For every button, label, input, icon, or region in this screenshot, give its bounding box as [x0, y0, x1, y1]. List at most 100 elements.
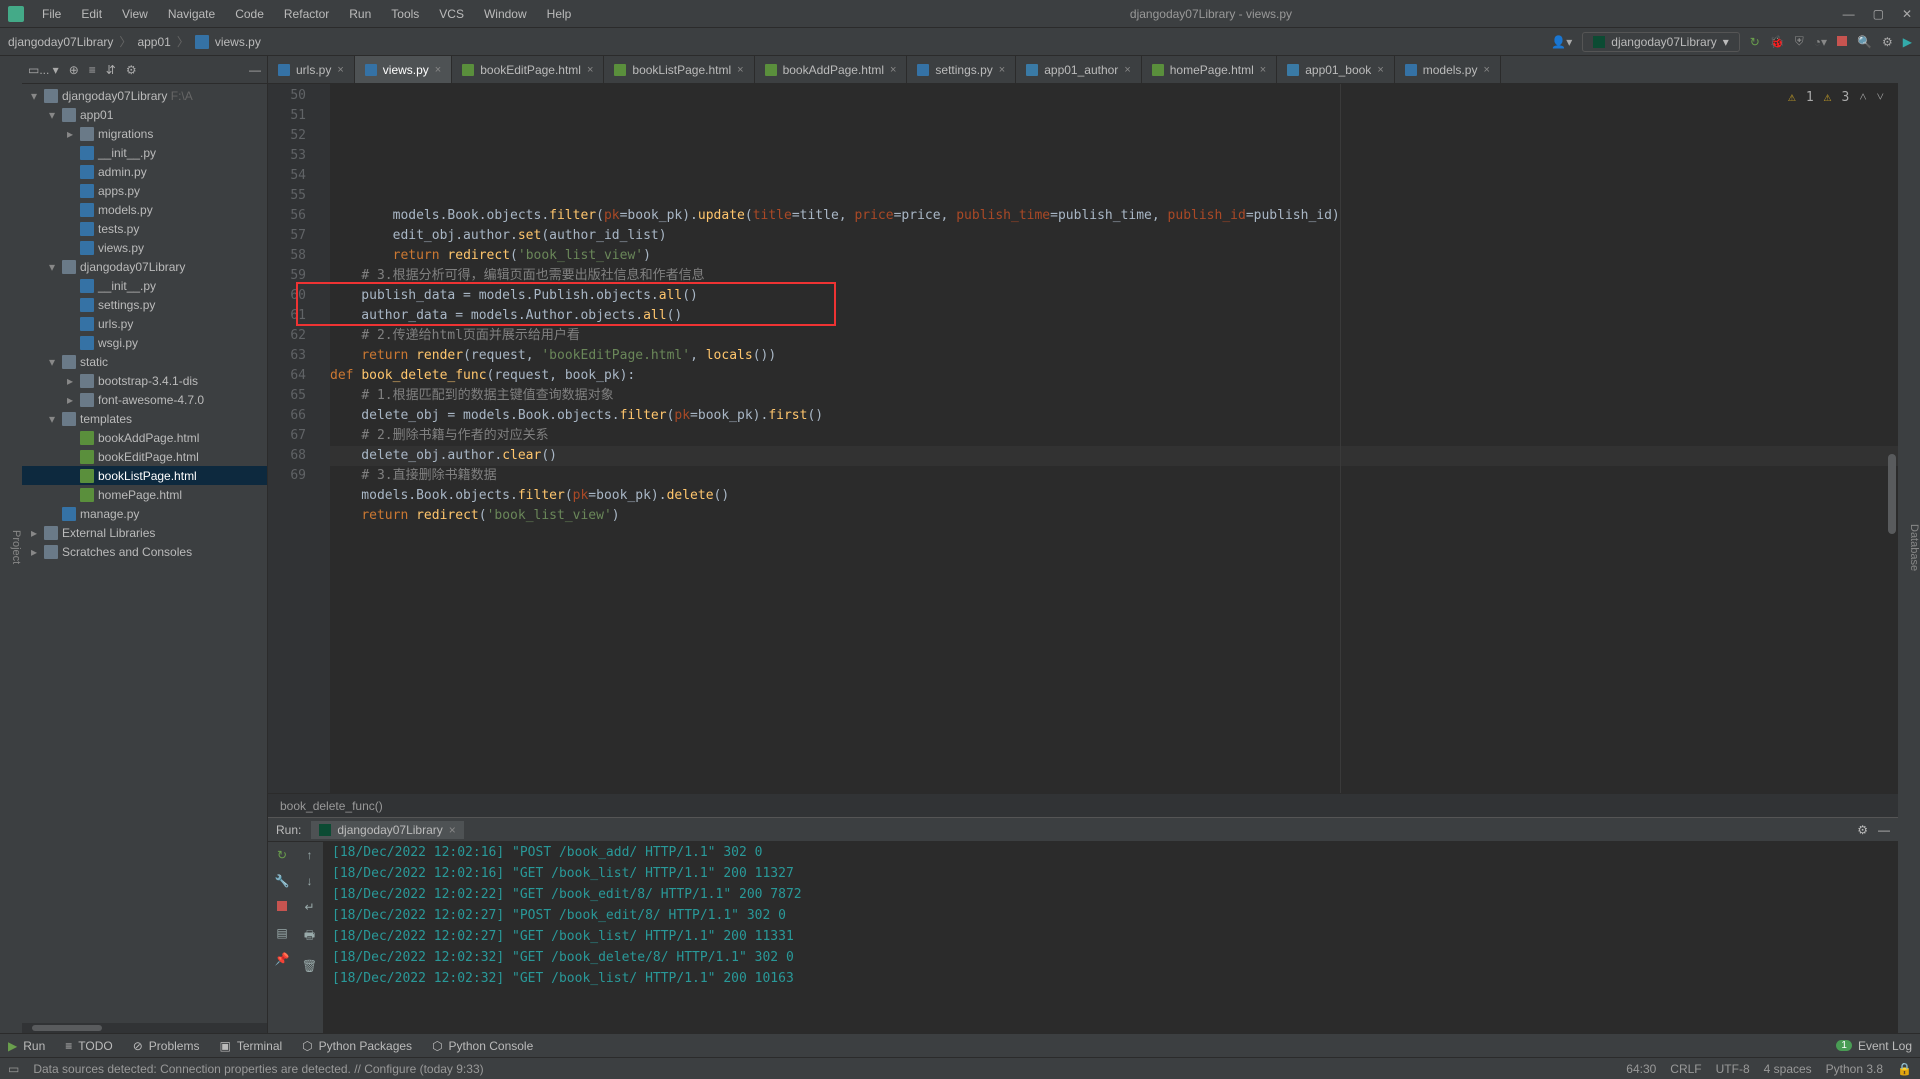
code-line[interactable]: return redirect('book_list_view') [330, 506, 1898, 526]
stop-icon[interactable] [1837, 35, 1847, 49]
tree-item[interactable]: ▾static [22, 352, 267, 371]
caret-position[interactable]: 64:30 [1626, 1062, 1656, 1076]
vertical-scrollbar[interactable] [1888, 124, 1896, 424]
settings-icon[interactable]: ⚙ [1882, 35, 1893, 49]
menu-help[interactable]: Help [539, 5, 580, 23]
tree-item[interactable]: ▸font-awesome-4.7.0 [22, 390, 267, 409]
terminal-tab-button[interactable]: ▣Terminal [219, 1039, 282, 1053]
tree-item[interactable]: __init__.py [22, 276, 267, 295]
menu-tools[interactable]: Tools [383, 5, 427, 23]
editor-tab[interactable]: urls.py× [268, 56, 355, 83]
breadcrumb[interactable]: app01 [137, 35, 170, 49]
line-numbers-gutter[interactable]: 5051525354555657585960616263646566676869 [268, 84, 316, 793]
code-line[interactable]: delete_obj = models.Book.objects.filter(… [330, 406, 1898, 426]
console-line[interactable]: [18/Dec/2022 12:02:32] "GET /book_delete… [332, 947, 1890, 968]
console-line[interactable]: [18/Dec/2022 12:02:22] "GET /book_edit/8… [332, 884, 1890, 905]
tree-item[interactable]: ▾templates [22, 409, 267, 428]
problems-tab-button[interactable]: ⊘Problems [133, 1039, 200, 1053]
horizontal-scrollbar[interactable] [22, 1023, 267, 1033]
menu-refactor[interactable]: Refactor [276, 5, 337, 23]
code-editor[interactable]: ⚠ 1 ⚠ 3 ˄ ˅ models.Book.objects.filter(p… [330, 84, 1898, 793]
rerun-icon[interactable]: ↻ [277, 848, 287, 862]
file-encoding[interactable]: UTF-8 [1716, 1062, 1750, 1076]
tree-arrow-icon[interactable]: ▾ [46, 412, 58, 426]
debug-icon[interactable]: 🐞 [1770, 35, 1785, 49]
close-icon[interactable]: × [737, 64, 743, 76]
tree-arrow-icon[interactable]: ▸ [64, 127, 76, 141]
code-line[interactable]: # 2.传递给html页面并展示给用户看 [330, 326, 1898, 346]
console-line[interactable]: [18/Dec/2022 12:02:27] "GET /book_list/ … [332, 926, 1890, 947]
layout-icon[interactable]: ▤ [276, 926, 287, 940]
code-line[interactable]: # 3.直接删除书籍数据 [330, 466, 1898, 486]
close-icon[interactable]: × [435, 64, 441, 76]
tree-item[interactable]: ▸bootstrap-3.4.1-dis [22, 371, 267, 390]
menu-run[interactable]: Run [341, 5, 379, 23]
fold-gutter[interactable] [316, 84, 330, 793]
close-icon[interactable]: × [1260, 64, 1266, 76]
editor-tab[interactable]: homePage.html× [1142, 56, 1277, 83]
menu-navigate[interactable]: Navigate [160, 5, 223, 23]
tree-item[interactable]: admin.py [22, 162, 267, 181]
wrap-icon[interactable]: ↵ [304, 900, 314, 914]
tree-item[interactable]: ▾app01 [22, 105, 267, 124]
project-tool-tab[interactable]: Project [10, 530, 22, 564]
tree-item[interactable]: bookAddPage.html [22, 428, 267, 447]
editor-tab[interactable]: bookAddPage.html× [755, 56, 908, 83]
user-icon[interactable]: 👤▾ [1551, 35, 1572, 49]
code-line[interactable]: models.Book.objects.filter(pk=book_pk).d… [330, 486, 1898, 506]
run-tab[interactable]: djangoday07Library × [311, 821, 463, 839]
tree-item[interactable]: bookEditPage.html [22, 447, 267, 466]
tree-item[interactable]: ▸migrations [22, 124, 267, 143]
chevron-up-icon[interactable]: ˄ [1859, 88, 1866, 108]
menu-edit[interactable]: Edit [73, 5, 110, 23]
tree-item[interactable]: bookListPage.html [22, 466, 267, 485]
run-console-output[interactable]: [18/Dec/2022 12:02:16] "POST /book_add/ … [324, 842, 1898, 1033]
tree-item[interactable]: urls.py [22, 314, 267, 333]
tree-arrow-icon[interactable]: ▸ [28, 545, 40, 559]
tree-item[interactable]: wsgi.py [22, 333, 267, 352]
menu-vcs[interactable]: VCS [431, 5, 472, 23]
tree-item[interactable]: settings.py [22, 295, 267, 314]
code-line[interactable]: edit_obj.author.set(author_id_list) [330, 226, 1898, 246]
status-message[interactable]: Data sources detected: Connection proper… [33, 1062, 483, 1076]
python-interpreter[interactable]: Python 3.8 [1826, 1062, 1883, 1076]
code-line[interactable]: return render(request, 'bookEditPage.htm… [330, 346, 1898, 366]
close-icon[interactable]: × [1124, 64, 1130, 76]
line-separator[interactable]: CRLF [1670, 1062, 1701, 1076]
console-line[interactable]: [18/Dec/2022 12:02:16] "GET /book_list/ … [332, 863, 1890, 884]
close-icon[interactable]: ✕ [1902, 7, 1912, 21]
rerun-icon[interactable]: ↻ [1750, 35, 1760, 49]
close-icon[interactable]: × [890, 64, 896, 76]
console-line[interactable]: [18/Dec/2022 12:02:27] "POST /book_edit/… [332, 905, 1890, 926]
code-line[interactable]: def book_delete_func(request, book_pk): [330, 366, 1898, 386]
tree-arrow-icon[interactable]: ▾ [46, 260, 58, 274]
code-line[interactable]: # 2.删除书籍与作者的对应关系 [330, 426, 1898, 446]
hide-icon[interactable]: — [249, 63, 261, 77]
breadcrumb[interactable]: djangoday07Library [8, 35, 113, 49]
close-icon[interactable]: × [449, 823, 456, 837]
tree-arrow-icon[interactable]: ▸ [28, 526, 40, 540]
gear-icon[interactable]: ⚙ [126, 63, 137, 77]
editor-tab[interactable]: views.py× [355, 56, 452, 83]
tree-item[interactable]: manage.py [22, 504, 267, 523]
python-console-tab-button[interactable]: ⬡Python Console [432, 1039, 533, 1053]
code-line[interactable]: models.Book.objects.filter(pk=book_pk).u… [330, 206, 1898, 226]
tools-icon[interactable]: 🔧 [275, 874, 290, 888]
todo-tab-button[interactable]: ≡TODO [65, 1039, 112, 1053]
menu-code[interactable]: Code [227, 5, 272, 23]
menu-view[interactable]: View [114, 5, 156, 23]
breadcrumb[interactable]: views.py [215, 35, 261, 49]
close-icon[interactable]: × [1377, 64, 1383, 76]
chevron-down-icon[interactable]: ˅ [1877, 88, 1884, 108]
play-icon[interactable]: ▶ [1903, 35, 1912, 49]
editor-tab[interactable]: app01_author× [1016, 56, 1142, 83]
project-dropdown[interactable]: ▭... ▾ [28, 63, 59, 77]
minimize-icon[interactable]: — [1843, 7, 1855, 21]
down-icon[interactable]: ↓ [307, 874, 313, 888]
code-line[interactable]: delete_obj.author.clear() [330, 446, 1898, 466]
maximize-icon[interactable]: ▢ [1873, 7, 1884, 21]
editor-tab[interactable]: settings.py× [907, 56, 1016, 83]
python-packages-tab-button[interactable]: ⬡Python Packages [302, 1039, 412, 1053]
lock-icon[interactable]: 🔒 [1897, 1062, 1912, 1076]
gear-icon[interactable]: ⚙ [1857, 823, 1868, 837]
